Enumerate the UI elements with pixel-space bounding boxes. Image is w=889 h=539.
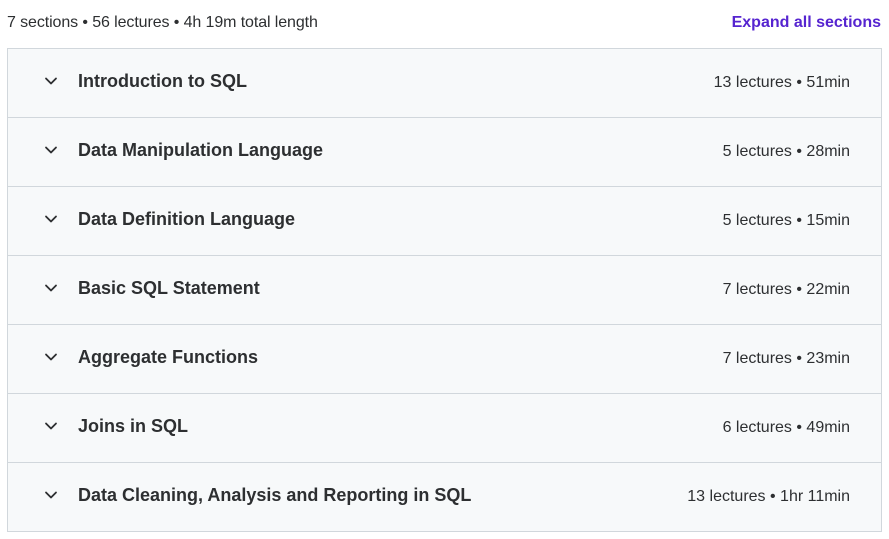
- expand-all-sections-button[interactable]: Expand all sections: [732, 14, 881, 32]
- section-title: Data Manipulation Language: [78, 139, 324, 160]
- section-panel-header[interactable]: Data Definition Language 5 lectures • 15…: [8, 187, 881, 256]
- section-title: Joins in SQL: [78, 415, 189, 436]
- section-meta: 13 lectures • 1hr 11min: [687, 488, 850, 505]
- section-panel-header[interactable]: Data Cleaning, Analysis and Reporting in…: [8, 463, 881, 531]
- chevron-down-icon: [44, 419, 58, 433]
- section-meta: 5 lectures • 15min: [722, 212, 850, 229]
- section-title: Data Definition Language: [78, 208, 296, 229]
- curriculum-header: 7 sections • 56 lectures • 4h 19m total …: [7, 10, 881, 36]
- chevron-down-icon: [44, 281, 58, 295]
- section-meta: 13 lectures • 51min: [713, 74, 850, 91]
- chevron-down-icon: [44, 350, 58, 364]
- section-title: Introduction to SQL: [78, 70, 247, 91]
- section-meta: 5 lectures • 28min: [722, 143, 850, 160]
- section-title: Basic SQL Statement: [78, 277, 260, 298]
- section-panel-header[interactable]: Basic SQL Statement 7 lectures • 22min: [8, 256, 881, 325]
- section-title: Aggregate Functions: [78, 346, 259, 367]
- section-meta: 7 lectures • 23min: [722, 350, 850, 367]
- chevron-down-icon: [44, 212, 58, 226]
- chevron-down-icon: [44, 488, 58, 502]
- curriculum-summary: 7 sections • 56 lectures • 4h 19m total …: [7, 14, 318, 31]
- curriculum-section-list: Introduction to SQL 13 lectures • 51min …: [7, 48, 882, 532]
- section-meta: 6 lectures • 49min: [722, 419, 850, 436]
- section-panel-header[interactable]: Data Manipulation Language 5 lectures • …: [8, 118, 881, 187]
- section-panel-header[interactable]: Aggregate Functions 7 lectures • 23min: [8, 325, 881, 394]
- section-title: Data Cleaning, Analysis and Reporting in…: [78, 484, 472, 505]
- section-meta: 7 lectures • 22min: [722, 281, 850, 298]
- chevron-down-icon: [44, 143, 58, 157]
- section-panel-header[interactable]: Joins in SQL 6 lectures • 49min: [8, 394, 881, 463]
- section-panel-header[interactable]: Introduction to SQL 13 lectures • 51min: [8, 49, 881, 118]
- chevron-down-icon: [44, 74, 58, 88]
